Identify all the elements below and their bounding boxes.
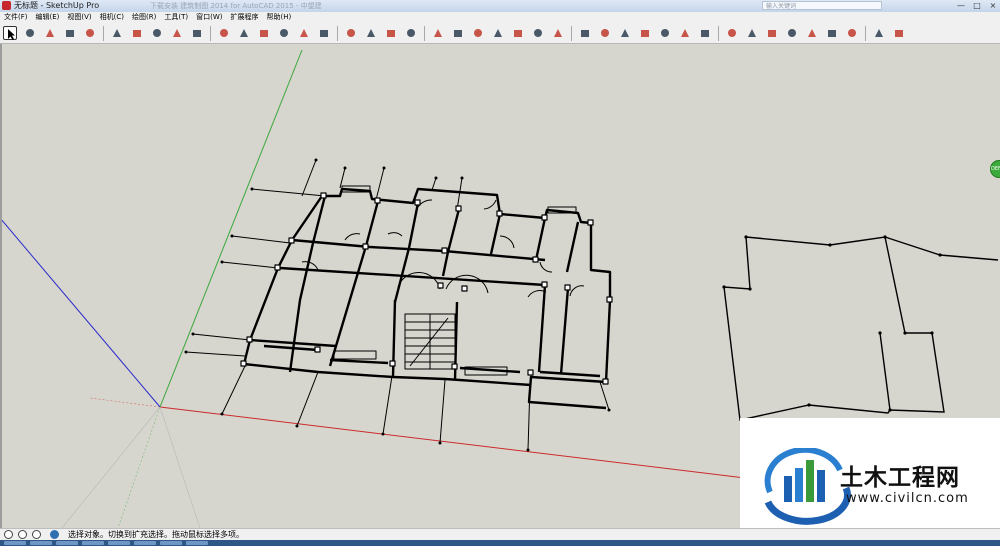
- move-icon[interactable]: [130, 26, 144, 40]
- drape-icon[interactable]: [658, 26, 672, 40]
- toolbar-separator: [718, 25, 719, 41]
- bottom-view-icon[interactable]: [551, 26, 565, 40]
- eraser-icon[interactable]: [23, 26, 37, 40]
- arc-icon[interactable]: [63, 26, 77, 40]
- minimize-button[interactable]: —: [956, 0, 966, 12]
- geo-location-icon[interactable]: [4, 530, 13, 539]
- zoom-extents-icon[interactable]: [317, 26, 331, 40]
- main-toolbar: [0, 23, 1000, 44]
- line-icon[interactable]: [43, 26, 57, 40]
- green-axis: [159, 49, 303, 408]
- push-pull-icon[interactable]: [110, 26, 124, 40]
- sandbox-from-scratch-icon[interactable]: [598, 26, 612, 40]
- style-shaded-icon[interactable]: [892, 26, 906, 40]
- sketchup-app-icon: [2, 1, 11, 10]
- style-xray-icon[interactable]: [872, 26, 886, 40]
- viewport-left-edge: [0, 44, 2, 528]
- text-icon[interactable]: [237, 26, 251, 40]
- toolbar-separator: [865, 25, 866, 41]
- floor-plan: [184, 158, 613, 452]
- extension-warehouse-icon[interactable]: [364, 26, 378, 40]
- gray-axis-hint-2: [61, 406, 161, 528]
- select-tool-icon[interactable]: [3, 26, 17, 40]
- watermark: 土木工程网 www.civilcn.com: [740, 418, 1000, 546]
- add-detail-icon[interactable]: [678, 26, 692, 40]
- window-controls: — □ ×: [956, 0, 998, 12]
- tape-measure-icon[interactable]: [217, 26, 231, 40]
- split-icon[interactable]: [825, 26, 839, 40]
- column-nodes: [240, 192, 613, 385]
- background-window-title: 下载安装 建筑制图 2014 for AutoCAD 2015 - 中望建: [150, 2, 322, 10]
- taskbar-item[interactable]: [160, 541, 182, 545]
- flip-edge-icon[interactable]: [698, 26, 712, 40]
- rectangle-icon[interactable]: [83, 26, 97, 40]
- red-axis-dotted: [89, 397, 161, 408]
- taskbar-item[interactable]: [4, 541, 26, 545]
- gray-axis-hint: [159, 406, 201, 528]
- back-view-icon[interactable]: [511, 26, 525, 40]
- os-taskbar: [0, 540, 1000, 546]
- taskbar-item[interactable]: [186, 541, 208, 545]
- front-view-icon[interactable]: [471, 26, 485, 40]
- section-plane-icon[interactable]: [845, 26, 859, 40]
- stamp-icon[interactable]: [638, 26, 652, 40]
- window-title: 无标题 - SketchUp Pro: [14, 1, 100, 10]
- toolbar-separator: [103, 25, 104, 41]
- offset-icon[interactable]: [190, 26, 204, 40]
- red-axis: [159, 406, 746, 479]
- grid-lines: [185, 159, 610, 451]
- watermark-url: www.civilcn.com: [846, 491, 969, 506]
- watermark-brand: 土木工程网: [840, 465, 960, 491]
- intersect-icon[interactable]: [745, 26, 759, 40]
- menu-help[interactable]: 帮助(H): [262, 12, 295, 23]
- sandbox-from-contours-icon[interactable]: [578, 26, 592, 40]
- taskbar-item[interactable]: [30, 541, 52, 545]
- menu-camera[interactable]: 相机(C): [96, 12, 128, 23]
- site-boundary: [722, 235, 999, 421]
- toolbar-separator: [424, 25, 425, 41]
- walls: [242, 187, 612, 410]
- menu-extensions[interactable]: 扩展程序: [226, 12, 262, 23]
- taskbar-item[interactable]: [134, 541, 156, 545]
- send-to-layout-icon[interactable]: [384, 26, 398, 40]
- union-icon[interactable]: [765, 26, 779, 40]
- components-icon[interactable]: [404, 26, 418, 40]
- close-button[interactable]: ×: [988, 0, 998, 12]
- toolbar-separator: [571, 25, 572, 41]
- blue-axis: [0, 217, 161, 408]
- menu-view[interactable]: 视图(V): [63, 12, 95, 23]
- menu-draw[interactable]: 绘图(R): [128, 12, 160, 23]
- toolbar-separator: [210, 25, 211, 41]
- warehouse-icon[interactable]: [344, 26, 358, 40]
- maximize-button[interactable]: □: [972, 0, 982, 12]
- iso-view-icon[interactable]: [431, 26, 445, 40]
- pan-icon[interactable]: [277, 26, 291, 40]
- taskbar-item[interactable]: [56, 541, 78, 545]
- stair: [404, 313, 456, 370]
- menu-tools[interactable]: 工具(T): [160, 12, 192, 23]
- title-search-box[interactable]: 输入关键词: [762, 1, 882, 10]
- zoom-icon[interactable]: [297, 26, 311, 40]
- green-axis-dotted: [117, 406, 161, 528]
- taskbar-item[interactable]: [82, 541, 104, 545]
- solid-outer-shell-icon[interactable]: [725, 26, 739, 40]
- right-view-icon[interactable]: [491, 26, 505, 40]
- scale-icon[interactable]: [170, 26, 184, 40]
- user-icon[interactable]: [32, 530, 41, 539]
- taskbar-item[interactable]: [108, 541, 130, 545]
- smoove-icon[interactable]: [618, 26, 632, 40]
- top-view-icon[interactable]: [451, 26, 465, 40]
- orbit-icon[interactable]: [257, 26, 271, 40]
- rotate-icon[interactable]: [150, 26, 164, 40]
- credits-icon[interactable]: [18, 530, 27, 539]
- trim-icon[interactable]: [805, 26, 819, 40]
- menu-edit[interactable]: 编辑(E): [32, 12, 64, 23]
- toolbar-separator: [337, 25, 338, 41]
- help-icon[interactable]: [50, 530, 59, 539]
- subtract-icon[interactable]: [785, 26, 799, 40]
- menu-window[interactable]: 窗口(W): [192, 12, 226, 23]
- civilcn-logo-icon: [764, 448, 851, 525]
- menu-file[interactable]: 文件(F): [0, 12, 32, 23]
- left-view-icon[interactable]: [531, 26, 545, 40]
